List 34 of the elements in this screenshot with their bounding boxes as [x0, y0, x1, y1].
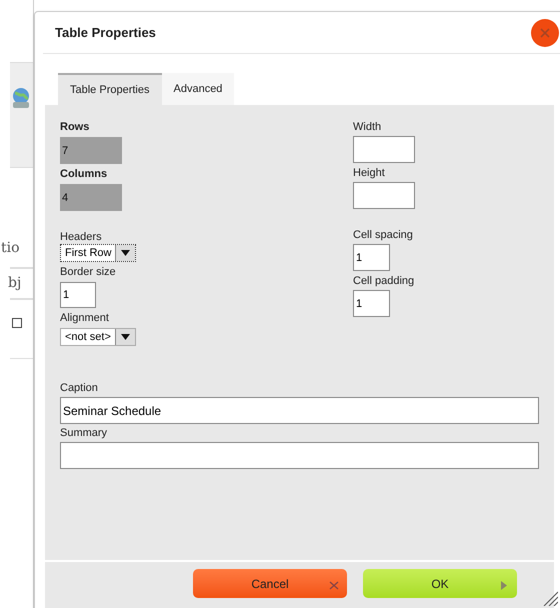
field-label: Width [353, 121, 382, 134]
tab[interactable]: Advanced [162, 73, 234, 105]
field-label: Cell padding [353, 275, 415, 288]
input-field[interactable]: 1 [353, 290, 390, 317]
field-label: Columns [60, 168, 108, 181]
cancel-button[interactable]: Cancel [193, 569, 347, 598]
resize-grip-icon [542, 590, 558, 606]
input-field[interactable] [353, 136, 415, 163]
text-fragment: bj [7, 274, 22, 293]
field-label: Rows [60, 121, 90, 134]
globe-icon [10, 87, 30, 109]
tab[interactable]: Table Properties [58, 73, 162, 105]
field-label: Height [353, 167, 386, 180]
input-field[interactable]: 1 [353, 244, 390, 271]
play-icon [501, 581, 507, 590]
field-label: Border size [60, 266, 117, 279]
input-field[interactable] [60, 442, 539, 469]
close-button[interactable] [531, 18, 559, 46]
ok-button[interactable]: OK [363, 569, 517, 598]
field-label: Headers [60, 231, 103, 244]
text-fragment: tio [0, 239, 21, 258]
input-field[interactable]: 1 [60, 282, 96, 308]
input-field[interactable]: Seminar Schedule [60, 397, 539, 424]
field-label: Cell spacing [353, 229, 414, 242]
field-label: Caption [60, 382, 99, 395]
checkbox[interactable] [12, 318, 22, 328]
dialog-title: Table Properties [55, 24, 156, 42]
x-icon [329, 581, 339, 590]
close-icon [540, 28, 550, 38]
field-label: Summary [60, 427, 108, 440]
input-field[interactable] [353, 182, 415, 209]
select-field[interactable]: <not set> [60, 328, 136, 346]
field-label: Alignment [60, 312, 110, 325]
select-field[interactable]: First Row [60, 244, 136, 262]
